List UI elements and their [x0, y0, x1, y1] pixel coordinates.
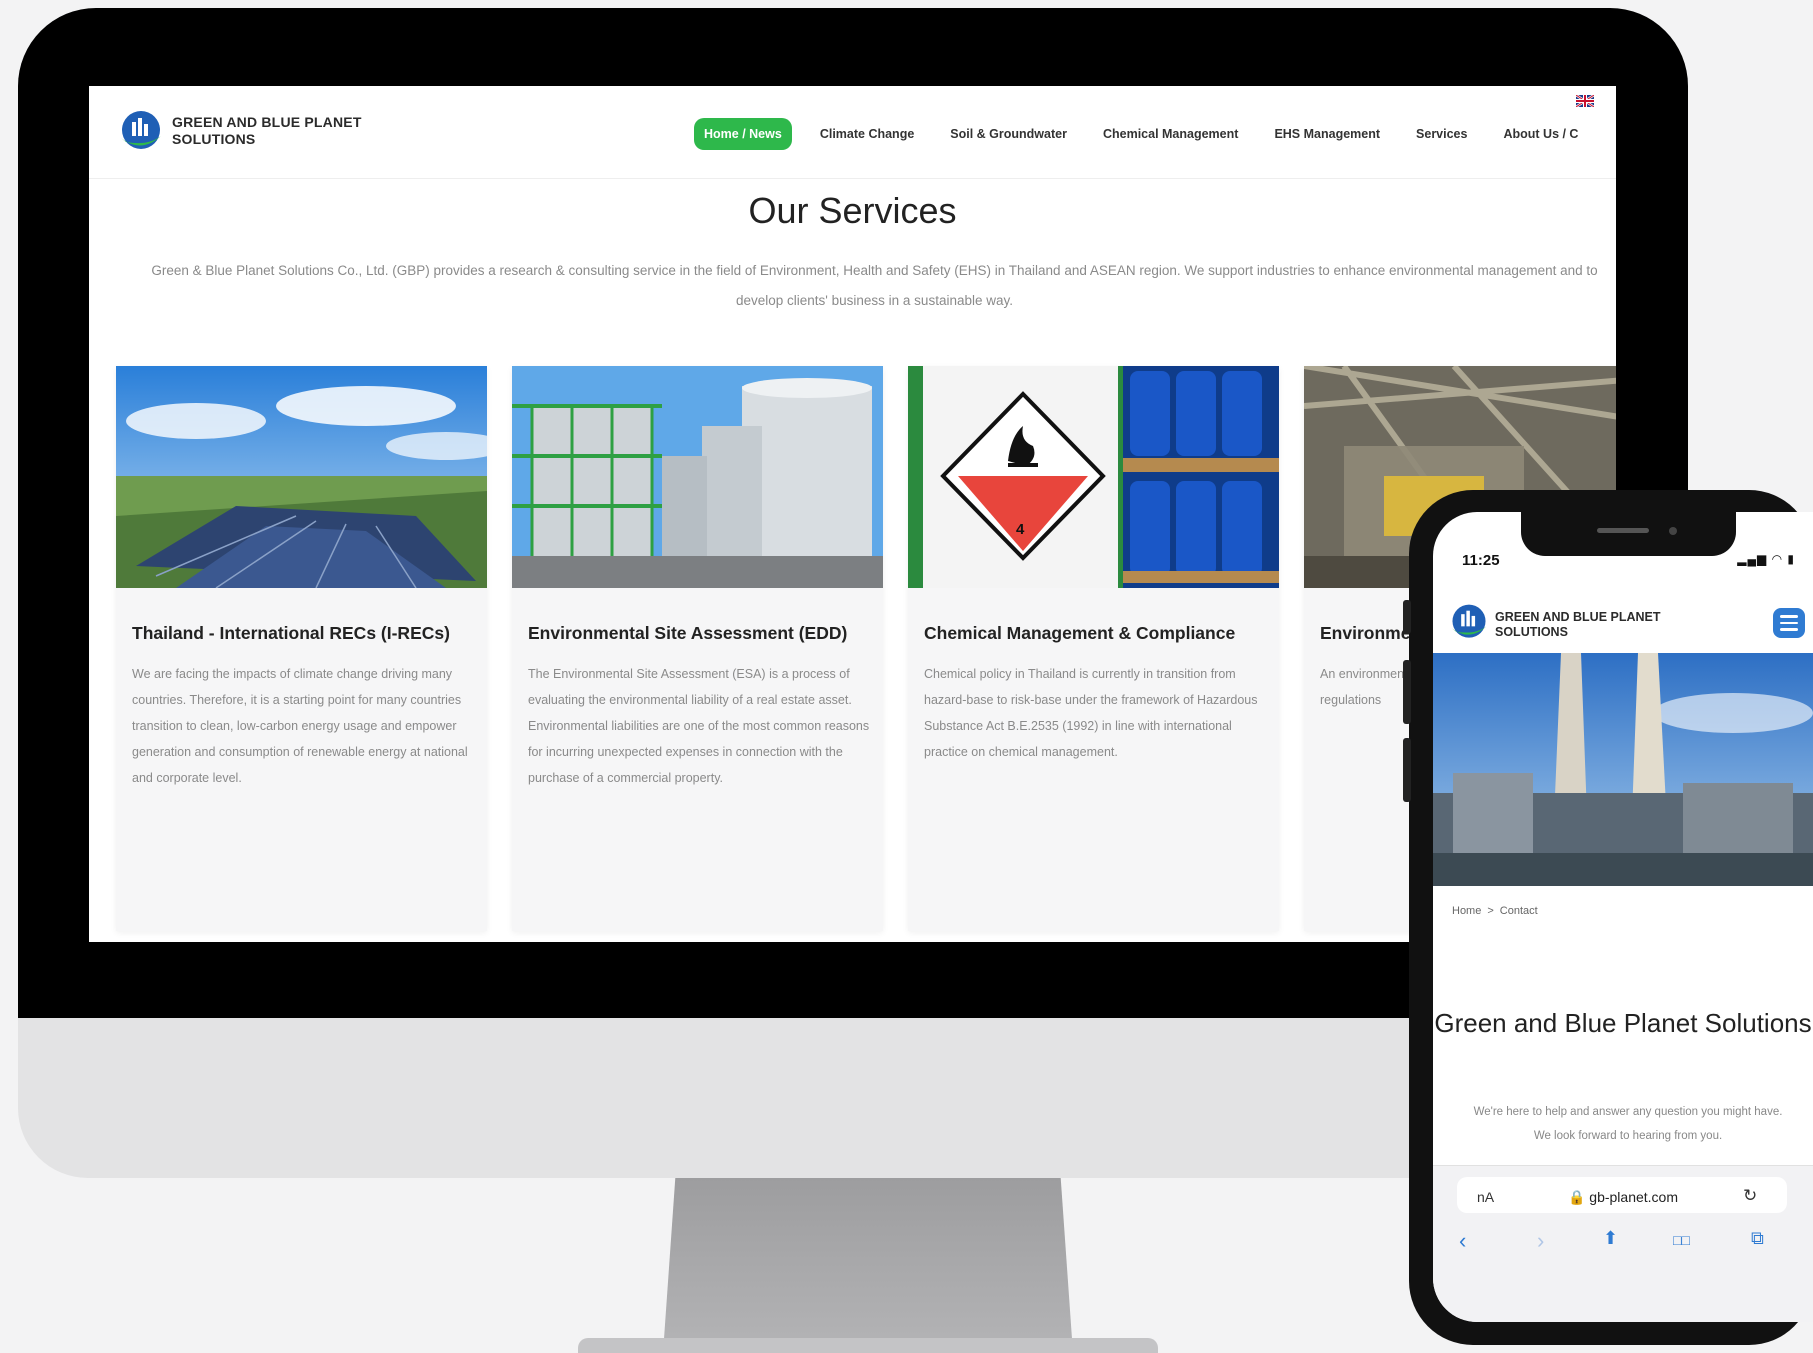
service-card-esa[interactable]: Environmental Site Assessment (EDD) The … — [512, 366, 883, 931]
breadcrumb-separator: > — [1487, 905, 1494, 917]
card-title[interactable]: Thailand - International RECs (I-RECs) — [132, 623, 477, 644]
phone-notch — [1521, 512, 1736, 556]
hazard-class-number: 4 — [1016, 521, 1025, 538]
reader-options-button[interactable]: nA — [1477, 1189, 1494, 1205]
contact-text-line-2: We look forward to hearing from you. — [1533, 1130, 1723, 1142]
volume-up-button — [1403, 660, 1411, 724]
safari-toolbar: ‹ › ⬆ □□ ⧉ — [1433, 1228, 1813, 1268]
brand-line-1: GREEN AND BLUE PLANET — [172, 114, 362, 130]
status-icons: ▂▄▆ ◠ ▮ — [1737, 552, 1795, 566]
nav-chemical-management[interactable]: Chemical Management — [1085, 118, 1256, 150]
address-url[interactable]: 🔒 gb-planet.com — [1533, 1189, 1713, 1206]
services-intro: Green & Blue Planet Solutions Co., Ltd. … — [151, 263, 1598, 308]
brand-name: GREEN AND BLUE PLANET SOLUTIONS — [172, 114, 362, 148]
mobile-site-logo[interactable]: GREEN AND BLUE PLANET SOLUTIONS — [1449, 602, 1661, 647]
mobile-website: 11:25 ▂▄▆ ◠ ▮ GREEN AND BLUE PLANET SOLU… — [1433, 512, 1813, 1322]
monitor-stand-base — [578, 1338, 1158, 1353]
volume-down-button — [1403, 738, 1411, 802]
solar-farm-image — [116, 366, 487, 588]
globe-logo-icon — [1449, 602, 1489, 647]
mute-switch — [1403, 600, 1411, 634]
back-icon[interactable]: ‹ — [1459, 1228, 1466, 1254]
tabs-icon[interactable]: ⧉ — [1751, 1228, 1764, 1249]
service-card-chemical[interactable]: 4 Chemical Management & Compliance Chemi… — [908, 366, 1279, 931]
card-text: The Environmental Site Assessment (ESA) … — [528, 667, 870, 785]
nav-about-us[interactable]: About Us / C — [1485, 118, 1596, 150]
page-title: Our Services — [748, 190, 957, 231]
industrial-tanks-image — [512, 366, 883, 588]
card-text: We are facing the impacts of climate cha… — [132, 667, 468, 785]
card-title[interactable]: Chemical Management & Compliance — [924, 623, 1269, 644]
breadcrumb-current: Contact — [1499, 905, 1538, 917]
contact-text-line-1: We're here to help and answer any questi… — [1473, 1106, 1783, 1118]
share-icon[interactable]: ⬆ — [1603, 1228, 1618, 1249]
speaker-grille — [1597, 528, 1649, 533]
site-header: GREEN AND BLUE PLANET SOLUTIONS Home / N… — [89, 86, 1616, 179]
brand-line-2: SOLUTIONS — [1495, 624, 1568, 639]
breadcrumb: Home > Contact — [1452, 905, 1538, 917]
globe-logo-icon — [118, 108, 164, 154]
brand-name: GREEN AND BLUE PLANET SOLUTIONS — [1495, 610, 1661, 640]
breadcrumb-home[interactable]: Home — [1452, 905, 1481, 917]
power-plant-image — [1433, 653, 1813, 886]
mobile-page-title: Green and Blue Planet Solutions — [1434, 1008, 1812, 1038]
card-text: Chemical policy in Thailand is currently… — [924, 667, 1258, 759]
brand-line-1: GREEN AND BLUE PLANET — [1495, 609, 1661, 624]
monitor-stand — [663, 1178, 1073, 1353]
main-nav: Home / News Climate Change Soil & Ground… — [694, 118, 1596, 150]
bookmarks-icon[interactable]: □□ — [1673, 1232, 1690, 1248]
brand-line-2: SOLUTIONS — [172, 131, 256, 147]
nav-ehs-management[interactable]: EHS Management — [1256, 118, 1398, 150]
nav-climate-change[interactable]: Climate Change — [802, 118, 932, 150]
site-logo[interactable]: GREEN AND BLUE PLANET SOLUTIONS — [118, 108, 362, 154]
front-camera — [1669, 527, 1677, 535]
menu-icon[interactable] — [1773, 608, 1805, 638]
mobile-contact-text: We're here to help and answer any questi… — [1453, 1100, 1803, 1148]
status-time: 11:25 — [1462, 552, 1500, 569]
nav-services[interactable]: Services — [1398, 118, 1485, 150]
reload-icon[interactable]: ↻ — [1743, 1186, 1757, 1206]
service-cards: Thailand - International RECs (I-RECs) W… — [116, 366, 1616, 931]
card-title[interactable]: Environmental Site Assessment (EDD) — [528, 623, 873, 644]
uk-flag-icon[interactable] — [1575, 94, 1595, 108]
mobile-phone: 11:25 ▂▄▆ ◠ ▮ GREEN AND BLUE PLANET SOLU… — [1403, 490, 1813, 1345]
desktop-website: GREEN AND BLUE PLANET SOLUTIONS Home / N… — [89, 86, 1616, 942]
service-card-irecs[interactable]: Thailand - International RECs (I-RECs) W… — [116, 366, 487, 931]
forward-icon[interactable]: › — [1537, 1228, 1544, 1254]
nav-home-news[interactable]: Home / News — [694, 118, 792, 150]
nav-soil-groundwater[interactable]: Soil & Groundwater — [932, 118, 1085, 150]
hazard-drums-image: 4 — [908, 366, 1279, 588]
